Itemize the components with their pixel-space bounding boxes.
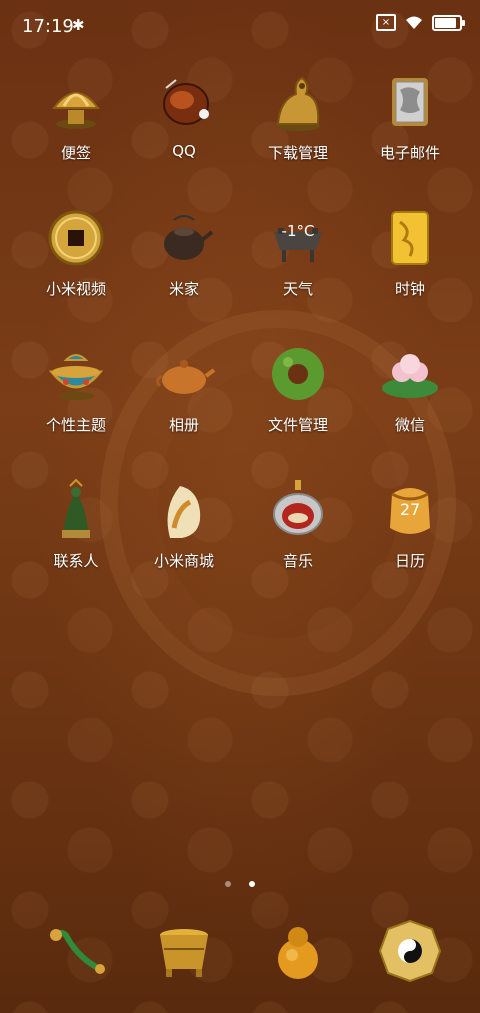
clay-teapot-icon [148,202,220,274]
bronze-censer-icon: -1°C [262,202,334,274]
amber-gourd-icon [262,915,334,987]
app-contacts[interactable]: 联系人 [16,474,136,571]
status-icons: × [376,14,465,31]
app-label: QQ [172,142,196,160]
app-calendar[interactable]: 27 日历 [350,474,470,571]
status-bar: 17:19 ✱ × [0,0,480,50]
silver-tablet-icon [374,66,446,138]
app-clock[interactable]: 时钟 [350,202,470,299]
app-weather[interactable]: -1°C 天气 [238,202,358,299]
bagua-yinyang-icon [374,915,446,987]
app-label: 米家 [168,280,199,298]
app-label: 天气 [282,280,313,298]
jade-pendant-icon [148,474,220,546]
app-label: 联系人 [53,552,99,570]
weather-temperature: -1°C [281,222,315,240]
app-label: 下载管理 [267,144,328,162]
wifi-icon [406,16,422,29]
amber-penguin-icon [148,66,220,138]
app-themes[interactable]: 个性主题 [16,338,136,435]
jade-disc-icon [262,338,334,410]
page-dot-1[interactable] [225,881,232,887]
golden-beast-icon [262,66,334,138]
app-label: 便签 [60,144,91,162]
golden-lotus-icon [40,66,112,138]
jade-lotus-icon [374,338,446,410]
calendar-date: 27 [399,500,421,519]
app-email[interactable]: 电子邮件 [350,66,470,163]
app-label: 微信 [394,416,425,434]
gem-pendant-icon [262,474,334,546]
app-mi-home[interactable]: 米家 [124,202,244,299]
dock-app-3[interactable] [238,915,358,987]
ancient-coin-icon [40,202,112,274]
app-label: 小米商城 [153,552,214,570]
dock-app-2[interactable] [124,915,244,987]
dock-app-4[interactable] [350,915,470,987]
no-sim-icon: × [376,14,396,31]
app-label: 时钟 [394,280,425,298]
app-label: 小米视频 [45,280,106,298]
app-qq[interactable]: QQ [124,66,244,160]
app-mi-store[interactable]: 小米商城 [124,474,244,571]
battery-fill [435,17,456,28]
app-label: 音乐 [282,552,313,570]
cloisonne-bowl-icon [40,338,112,410]
app-wechat[interactable]: 微信 [350,338,470,435]
amber-teapot-icon [148,338,220,410]
page-dot-2[interactable] [248,881,255,887]
app-mi-video[interactable]: 小米视频 [16,202,136,299]
status-time: 17:19 [22,16,74,37]
gold-plaque-icon [374,202,446,274]
amber-jar-icon: 27 [374,474,446,546]
app-label: 相册 [168,416,199,434]
bluetooth-icon: ✱ [72,16,85,34]
golden-censer-icon [148,915,220,987]
app-gallery[interactable]: 相册 [124,338,244,435]
app-label: 电子邮件 [379,144,440,162]
battery-icon [432,14,465,31]
page-indicator [0,872,480,891]
app-label: 日历 [394,552,425,570]
dock-app-1[interactable] [16,915,136,987]
app-label: 文件管理 [267,416,328,434]
app-downloads[interactable]: 下载管理 [238,66,358,163]
app-file-manager[interactable]: 文件管理 [238,338,358,435]
dock [0,915,480,995]
app-notes[interactable]: 便签 [16,66,136,163]
jade-ruyi-icon [40,915,112,987]
jade-figurine-icon [40,474,112,546]
app-label: 个性主题 [45,416,106,434]
app-music[interactable]: 音乐 [238,474,358,571]
